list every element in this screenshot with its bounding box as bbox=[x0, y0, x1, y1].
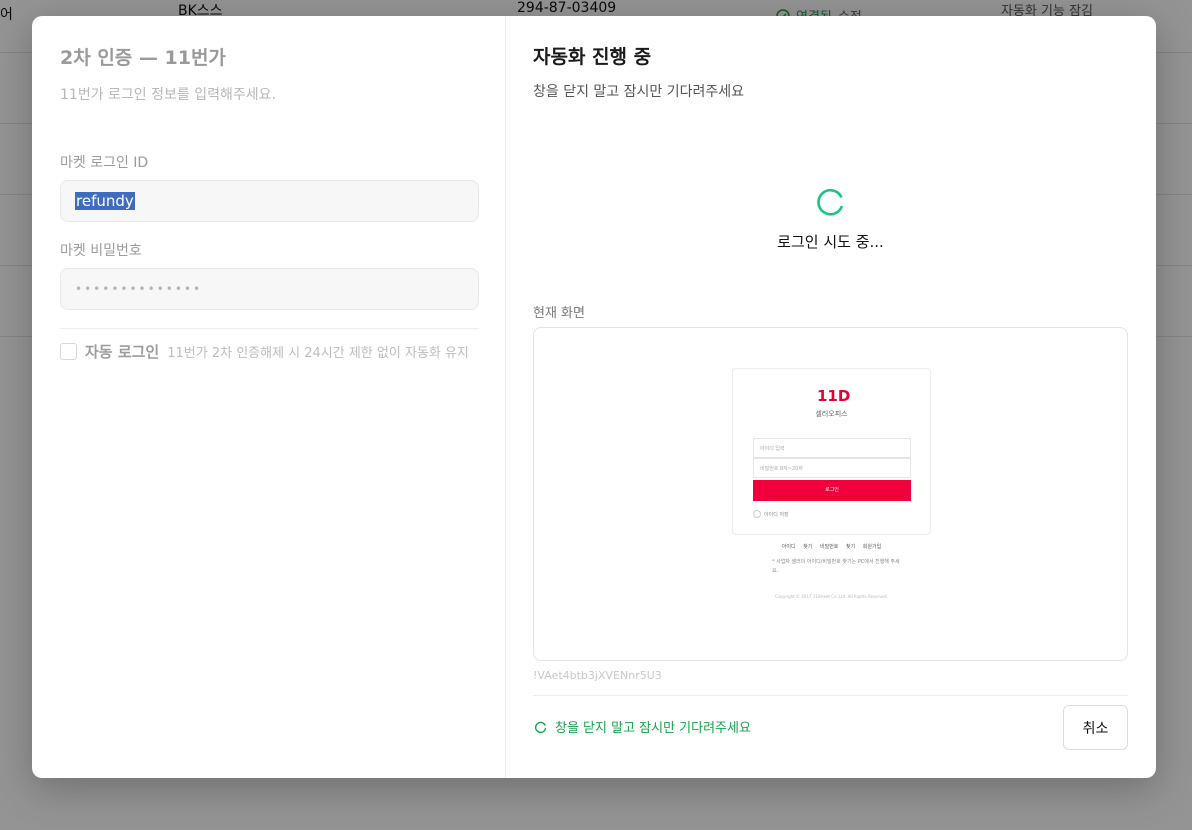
preview-logo: 11D bbox=[817, 387, 851, 405]
preview-brand: 셀러오피스 bbox=[815, 410, 848, 418]
auth-modal: 2차 인증 — 11번가 11번가 로그인 정보를 입력해주세요. 마켓 로그인… bbox=[32, 16, 1156, 778]
radio-icon bbox=[753, 510, 761, 518]
preview-login-card: 11D 셀러오피스 아이디 입력 비밀번호 8자~20자 로그인 아이디 저장 bbox=[732, 368, 931, 535]
screen-preview-label: 현재 화면 bbox=[533, 306, 585, 321]
preview-id-input: 아이디 입력 bbox=[753, 438, 911, 458]
login-id-value: refundy bbox=[75, 192, 135, 210]
preview-remember-label: 아이디 저장 bbox=[764, 511, 789, 518]
divider bbox=[533, 695, 1128, 696]
automation-subtitle: 창을 닫지 말고 잠시만 기다려주세요 bbox=[533, 84, 744, 100]
preview-login-button: 로그인 bbox=[753, 480, 911, 501]
modal-subtitle: 11번가 로그인 정보를 입력해주세요. bbox=[60, 87, 276, 103]
progress-text: 로그인 시도 중... bbox=[777, 233, 884, 251]
preview-remember: 아이디 저장 bbox=[753, 510, 789, 518]
auto-login-label[interactable]: 자동 로그인 bbox=[85, 341, 159, 362]
password-label: 마켓 비밀번호 bbox=[60, 243, 142, 259]
password-value: •••••••••••••• bbox=[75, 282, 203, 296]
password-input[interactable]: •••••••••••••• bbox=[60, 268, 479, 310]
auto-login-checkbox[interactable] bbox=[60, 343, 77, 360]
footer-status-text: 창을 닫지 말고 잠시만 기다려주세요 bbox=[555, 721, 751, 736]
automation-title: 자동화 진행 중 bbox=[533, 46, 652, 68]
modal-title: 2차 인증 — 11번가 bbox=[60, 47, 226, 69]
automation-pane: 자동화 진행 중 창을 닫지 말고 잠시만 기다려주세요 로그인 시도 중...… bbox=[506, 16, 1156, 778]
preview-note: * 사업자 셀러의 아이디/비밀번호 찾기는 PC에서 진행해 주세요. bbox=[772, 559, 900, 574]
divider bbox=[60, 328, 479, 329]
preview-pw-input: 비밀번호 8자~20자 bbox=[753, 458, 911, 478]
preview-links: 아이디 찾기 비밀번호 찾기 회원가입 bbox=[781, 544, 882, 550]
auto-login-row: 자동 로그인 11번가 2차 인증해제 시 24시간 제한 없이 자동화 유지 bbox=[60, 341, 477, 362]
small-spinner-icon bbox=[535, 721, 547, 733]
preview-copyright: Copyright © 2017 11Street Co.,Ltd. All R… bbox=[775, 594, 888, 599]
cancel-button[interactable]: 취소 bbox=[1063, 705, 1128, 750]
login-id-input[interactable]: refundy bbox=[60, 180, 479, 222]
credentials-pane: 2차 인증 — 11번가 11번가 로그인 정보를 입력해주세요. 마켓 로그인… bbox=[32, 16, 506, 778]
screen-preview: 11D 셀러오피스 아이디 입력 비밀번호 8자~20자 로그인 아이디 저장 … bbox=[533, 327, 1128, 661]
spinner-icon bbox=[816, 189, 843, 216]
login-id-label: 마켓 로그인 ID bbox=[60, 155, 149, 171]
auto-login-hint: 11번가 2차 인증해제 시 24시간 제한 없이 자동화 유지 bbox=[167, 346, 469, 361]
footer-status: 창을 닫지 말고 잠시만 기다려주세요 bbox=[535, 717, 751, 736]
progress-indicator: 로그인 시도 중... bbox=[533, 187, 1128, 252]
session-id: !VAet4btb3jXVENnr5U3 bbox=[533, 669, 662, 682]
